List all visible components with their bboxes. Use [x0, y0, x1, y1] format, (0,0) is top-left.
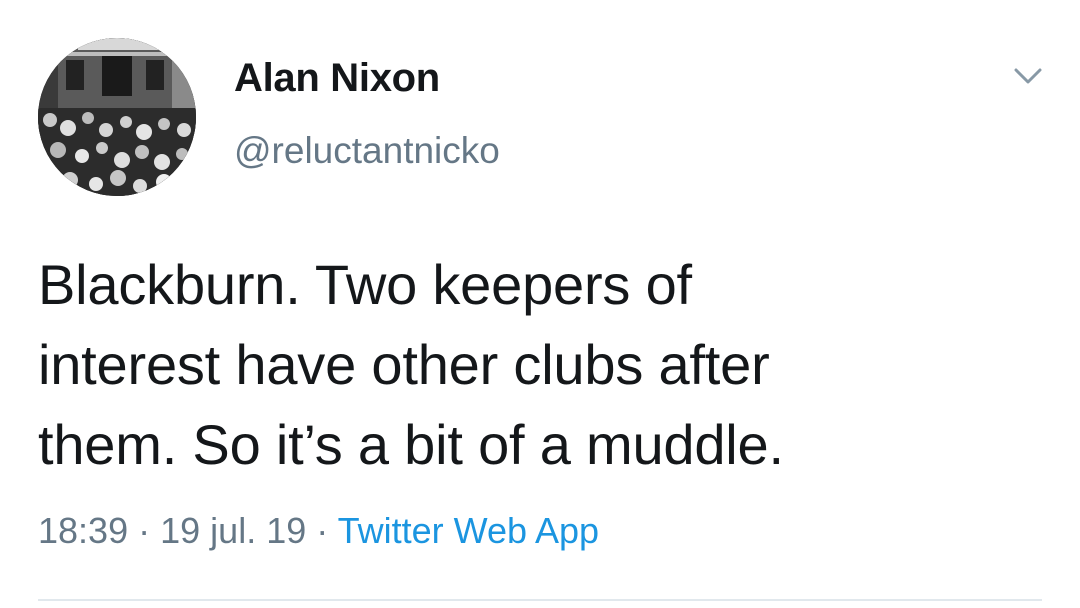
divider: [38, 599, 1042, 601]
tweet-text-line: them. So it’s a bit of a muddle.: [38, 413, 784, 476]
meta-separator: ·: [316, 510, 329, 551]
avatar[interactable]: [38, 38, 196, 196]
chevron-down-icon[interactable]: [1008, 60, 1048, 92]
tweet-source-link[interactable]: Twitter Web App: [338, 510, 599, 551]
tweet-card: Alan Nixon @reluctantnicko Blackburn. Tw…: [0, 0, 1080, 608]
avatar-photo: [38, 38, 196, 196]
tweet-text-line: Blackburn. Two keepers of: [38, 253, 692, 316]
tweet-text: Blackburn. Two keepers of interest have …: [38, 245, 1038, 485]
author-handle[interactable]: @reluctantnicko: [234, 130, 500, 172]
meta-separator: ·: [138, 510, 151, 551]
tweet-meta: 18:39 · 19 jul. 19 · Twitter Web App: [38, 510, 599, 552]
tweet-time[interactable]: 18:39: [38, 510, 128, 551]
tweet-date[interactable]: 19 jul. 19: [160, 510, 306, 551]
author-display-name[interactable]: Alan Nixon: [234, 56, 440, 101]
tweet-text-line: interest have other clubs after: [38, 333, 770, 396]
